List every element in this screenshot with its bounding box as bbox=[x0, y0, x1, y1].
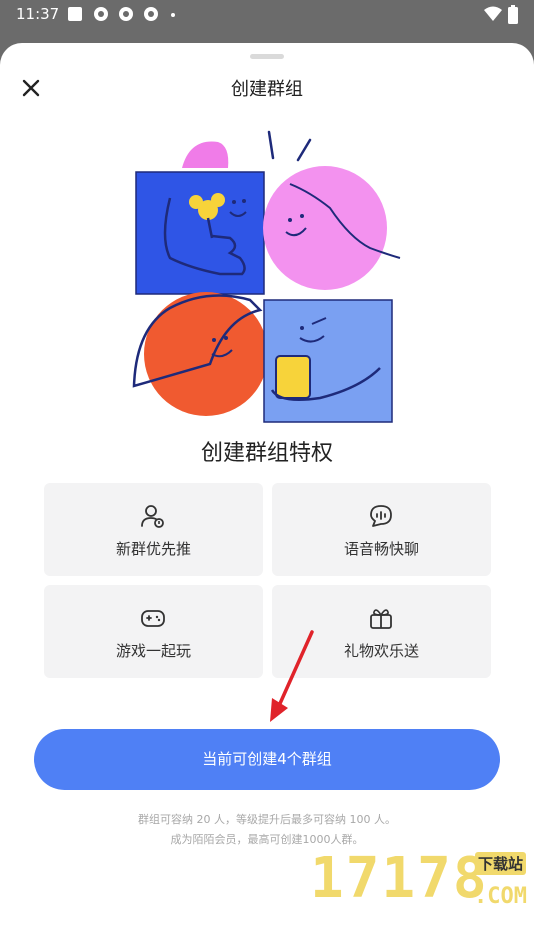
capacity-note: 群组可容纳 20 人，等级提升后最多可容纳 100 人。 bbox=[138, 813, 396, 826]
voice-chat-icon bbox=[370, 505, 392, 527]
feature-label: 语音畅快聊 bbox=[343, 540, 419, 558]
battery-icon bbox=[508, 5, 518, 24]
wifi-icon bbox=[484, 6, 502, 21]
notification-app-icon bbox=[119, 7, 133, 21]
gamepad-icon bbox=[141, 610, 165, 627]
watermark-badge: 下载站 bbox=[475, 852, 527, 875]
create-group-sheet: 创建群组 创建群组特权 新群优先推 语音畅快聊 游戏一起玩 礼物欢乐送 当前可创… bbox=[0, 43, 534, 950]
watermark-domain: .COM bbox=[474, 884, 527, 909]
watermark-logo: 17178 bbox=[310, 846, 489, 911]
vip-note: 成为陌陌会员，最高可创建1000人群。 bbox=[170, 833, 364, 846]
create-group-button[interactable]: 当前可创建4个群组 bbox=[34, 729, 500, 790]
notification-app-icon bbox=[144, 7, 158, 21]
feature-label: 游戏一起玩 bbox=[115, 642, 191, 660]
user-boost-icon bbox=[141, 505, 164, 528]
gift-icon bbox=[370, 609, 392, 629]
feature-label: 新群优先推 bbox=[115, 540, 191, 558]
feature-card-voice[interactable]: 语音畅快聊 bbox=[272, 483, 491, 576]
group-illustration bbox=[132, 130, 401, 423]
annotation-arrow-icon bbox=[270, 630, 314, 722]
notification-square-icon bbox=[68, 7, 82, 21]
feature-card-priority[interactable]: 新群优先推 bbox=[44, 483, 263, 576]
sheet-title: 创建群组 bbox=[231, 79, 303, 100]
notification-app-icon bbox=[94, 7, 108, 21]
privileges-title: 创建群组特权 bbox=[200, 441, 333, 466]
feature-card-game[interactable]: 游戏一起玩 bbox=[44, 585, 263, 678]
sheet-drag-handle[interactable] bbox=[250, 54, 284, 59]
more-notifications-dot-icon bbox=[171, 13, 175, 17]
status-bar: 11:37 bbox=[0, 0, 534, 30]
status-time: 11:37 bbox=[16, 5, 60, 23]
